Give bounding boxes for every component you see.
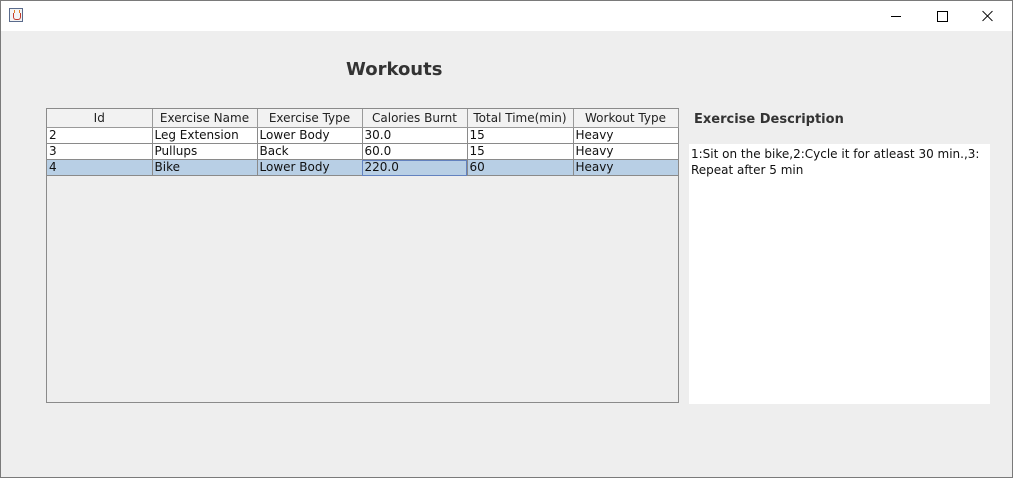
column-header-id[interactable]: Id <box>47 109 153 128</box>
close-icon <box>982 10 994 22</box>
table-cell[interactable]: Pullups <box>152 143 258 160</box>
table-cell[interactable]: 2 <box>47 127 153 144</box>
table-cell[interactable]: Lower Body <box>257 159 363 176</box>
table-cell[interactable]: 3 <box>47 143 153 160</box>
table-cell[interactable]: Leg Extension <box>152 127 258 144</box>
column-header-workout-type[interactable]: Workout Type <box>573 109 679 128</box>
table-cell[interactable]: Back <box>257 143 363 160</box>
title-bar[interactable] <box>1 1 1012 31</box>
table-cell[interactable]: 4 <box>47 159 153 176</box>
minimize-button[interactable] <box>873 1 919 31</box>
page-title: Workouts <box>346 59 443 80</box>
maximize-icon <box>936 10 948 22</box>
workouts-table[interactable]: Id Exercise Name Exercise Type Calories … <box>46 108 679 403</box>
table-cell-focused[interactable]: 220.0 <box>362 159 468 176</box>
column-header-calories-burnt[interactable]: Calories Burnt <box>362 109 468 128</box>
table-cell[interactable]: Bike <box>152 159 258 176</box>
column-header-exercise-type[interactable]: Exercise Type <box>257 109 363 128</box>
table-cell[interactable]: 15 <box>467 143 574 160</box>
table-header-row: Id Exercise Name Exercise Type Calories … <box>47 109 679 128</box>
app-window: Workouts Id Exercise Name Exercise Type … <box>0 0 1013 478</box>
table-cell[interactable]: Heavy <box>573 143 679 160</box>
minimize-icon <box>891 15 901 17</box>
table-cell[interactable]: Heavy <box>573 127 679 144</box>
close-button[interactable] <box>965 1 1011 31</box>
table-cell[interactable]: Heavy <box>573 159 679 176</box>
table-cell[interactable]: 60.0 <box>362 143 468 160</box>
maximize-button[interactable] <box>919 1 965 31</box>
table-row[interactable]: 3 Pullups Back 60.0 15 Heavy <box>47 143 679 160</box>
java-cup-icon[interactable] <box>9 8 23 22</box>
description-heading: Exercise Description <box>694 112 844 127</box>
column-header-total-time[interactable]: Total Time(min) <box>467 109 574 128</box>
table-row[interactable]: 2 Leg Extension Lower Body 30.0 15 Heavy <box>47 127 679 144</box>
table-cell[interactable]: Lower Body <box>257 127 363 144</box>
table-row-selected[interactable]: 4 Bike Lower Body 220.0 60 Heavy <box>47 159 679 176</box>
table-cell[interactable]: 30.0 <box>362 127 468 144</box>
description-textarea[interactable]: 1:Sit on the bike,2:Cycle it for atleast… <box>689 144 990 404</box>
table-cell[interactable]: 60 <box>467 159 574 176</box>
column-header-exercise-name[interactable]: Exercise Name <box>152 109 258 128</box>
table-cell[interactable]: 15 <box>467 127 574 144</box>
